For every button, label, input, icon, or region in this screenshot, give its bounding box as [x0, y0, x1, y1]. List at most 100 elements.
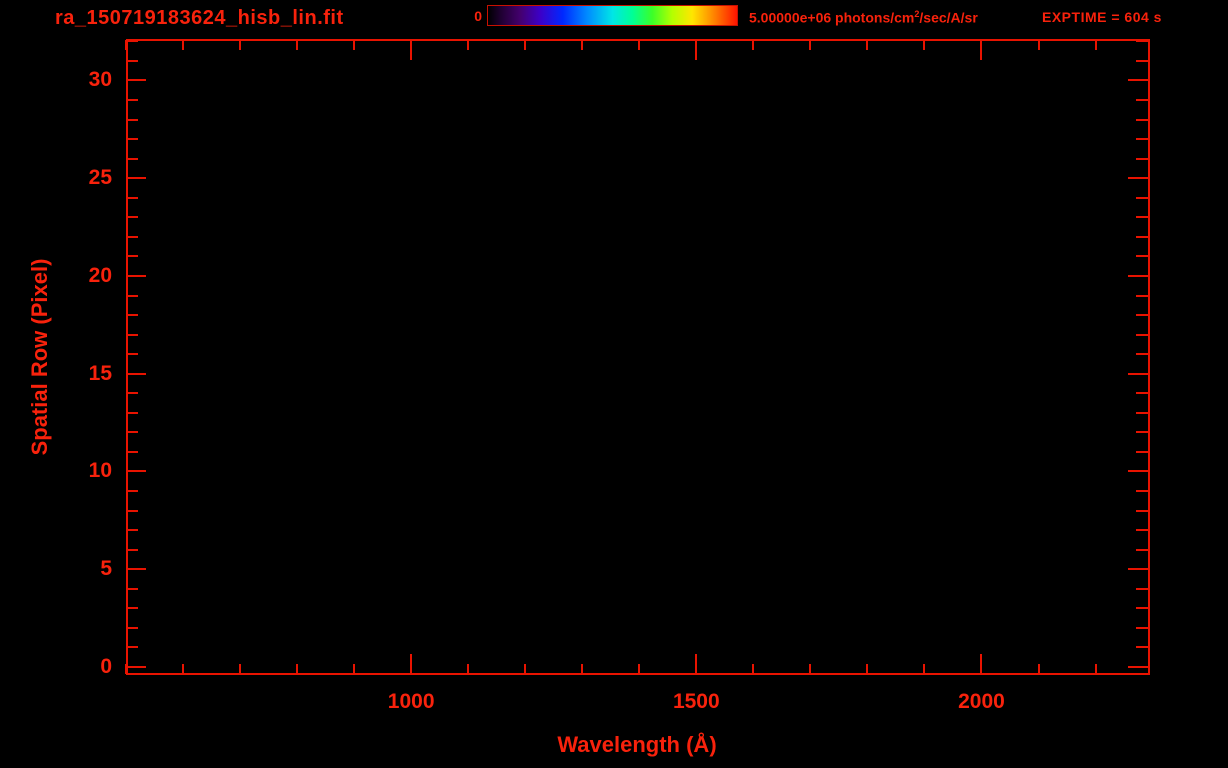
y-minor-tick	[126, 99, 138, 102]
x-minor-tick	[581, 664, 584, 674]
y-minor-tick	[126, 59, 138, 62]
exptime-label: EXPTIME = 604 s	[1042, 9, 1162, 25]
x-minor-tick	[1037, 664, 1040, 674]
x-minor-tick-top	[239, 40, 242, 50]
y-minor-tick	[126, 255, 138, 258]
x-minor-tick-top	[1037, 40, 1040, 50]
y-major-tick-right	[1128, 274, 1148, 277]
spectral-image-window: ra_150719183624_hisb_lin.fit 0 5.00000e+…	[0, 0, 1228, 768]
y-minor-tick-right	[1136, 607, 1148, 610]
x-tick-label: 1500	[672, 690, 720, 713]
x-minor-tick	[638, 664, 641, 674]
y-minor-tick-right	[1136, 490, 1148, 492]
x-minor-tick	[524, 664, 527, 674]
y-major-tick-right	[1128, 665, 1148, 668]
x-minor-tick-top	[581, 40, 584, 50]
y-minor-tick-right	[1136, 646, 1148, 649]
x-major-tick	[410, 654, 413, 674]
y-minor-tick	[126, 235, 138, 238]
colorbar-units-base: photons/cm	[835, 9, 915, 26]
x-minor-tick-top	[296, 40, 299, 50]
x-major-tick	[695, 654, 698, 674]
y-minor-tick	[126, 529, 138, 532]
y-major-tick	[126, 372, 146, 375]
y-minor-tick-right	[1136, 216, 1148, 219]
y-tick-label: 0	[100, 654, 112, 678]
y-minor-tick	[126, 411, 138, 414]
y-minor-tick	[126, 294, 138, 297]
y-major-tick	[126, 568, 146, 571]
y-minor-tick-right	[1136, 99, 1148, 102]
x-minor-tick	[1094, 664, 1097, 674]
y-major-tick-right	[1128, 470, 1148, 473]
x-minor-tick-top	[467, 40, 470, 50]
x-tick-label: 2000	[958, 690, 1005, 713]
y-minor-tick-right	[1136, 392, 1148, 395]
colorbar-units-rest: /sec/A/sr	[919, 9, 978, 26]
y-minor-tick-right	[1136, 40, 1148, 43]
y-major-tick	[126, 274, 146, 277]
x-major-tick	[980, 654, 983, 674]
x-minor-tick-top	[923, 40, 926, 50]
y-minor-tick-right	[1136, 196, 1148, 199]
x-minor-tick-top	[353, 40, 356, 50]
y-minor-tick-right	[1136, 431, 1148, 434]
x-minor-tick-top	[638, 40, 641, 50]
y-minor-tick	[126, 138, 138, 141]
y-minor-tick-right	[1136, 333, 1148, 336]
x-minor-tick-top	[809, 40, 812, 50]
colorbar-max-value: 5.00000e+06	[749, 9, 832, 26]
y-minor-tick	[126, 548, 138, 551]
y-minor-tick-right	[1136, 255, 1148, 258]
x-minor-tick	[353, 664, 356, 674]
y-minor-tick	[126, 646, 138, 649]
y-minor-tick	[126, 509, 138, 512]
y-minor-tick	[126, 626, 138, 629]
y-minor-tick	[126, 118, 138, 121]
colorbar-gradient	[487, 5, 738, 26]
y-minor-tick-right	[1136, 411, 1148, 414]
y-tick-label: 10	[88, 459, 112, 483]
x-minor-tick	[752, 664, 755, 674]
y-minor-tick-right	[1136, 138, 1148, 141]
y-minor-tick	[126, 450, 138, 453]
y-tick-label: 5	[100, 557, 112, 581]
x-axis-title: Wavelength (Å)	[557, 732, 717, 757]
y-minor-tick-right	[1136, 450, 1148, 453]
x-major-tick-top	[410, 40, 413, 60]
y-minor-tick-right	[1136, 157, 1148, 160]
x-minor-tick	[182, 664, 185, 674]
y-major-tick	[126, 177, 146, 180]
x-major-tick-top	[980, 40, 983, 60]
x-minor-tick	[866, 664, 869, 674]
y-minor-tick-right	[1136, 59, 1148, 62]
y-minor-tick	[126, 490, 138, 492]
x-minor-tick	[923, 664, 926, 674]
y-major-tick-right	[1128, 568, 1148, 571]
colorbar-max-label: 5.00000e+06 photons/cm2/sec/A/sr	[749, 9, 978, 26]
x-minor-tick-top	[1094, 40, 1097, 50]
y-minor-tick-right	[1136, 353, 1148, 356]
y-minor-tick	[126, 216, 138, 219]
y-minor-tick	[126, 314, 138, 317]
x-minor-tick	[809, 664, 812, 674]
y-minor-tick	[126, 157, 138, 160]
y-major-tick	[126, 470, 146, 473]
plot-title: ra_150719183624_hisb_lin.fit	[55, 7, 344, 29]
y-major-tick-right	[1128, 177, 1148, 180]
y-minor-tick	[126, 587, 138, 590]
y-minor-tick-right	[1136, 626, 1148, 629]
y-minor-tick	[126, 353, 138, 356]
x-minor-tick-top	[524, 40, 527, 50]
y-minor-tick-right	[1136, 118, 1148, 121]
y-minor-tick	[126, 607, 138, 610]
y-major-tick	[126, 665, 146, 668]
y-tick-label: 30	[88, 68, 112, 92]
x-minor-tick-top	[752, 40, 755, 50]
y-minor-tick-right	[1136, 509, 1148, 512]
y-major-tick-right	[1128, 372, 1148, 375]
y-major-tick-right	[1128, 79, 1148, 82]
y-axis-title: Spatial Row (Pixel)	[27, 258, 52, 456]
x-minor-tick	[296, 664, 299, 674]
y-minor-tick-right	[1136, 314, 1148, 317]
